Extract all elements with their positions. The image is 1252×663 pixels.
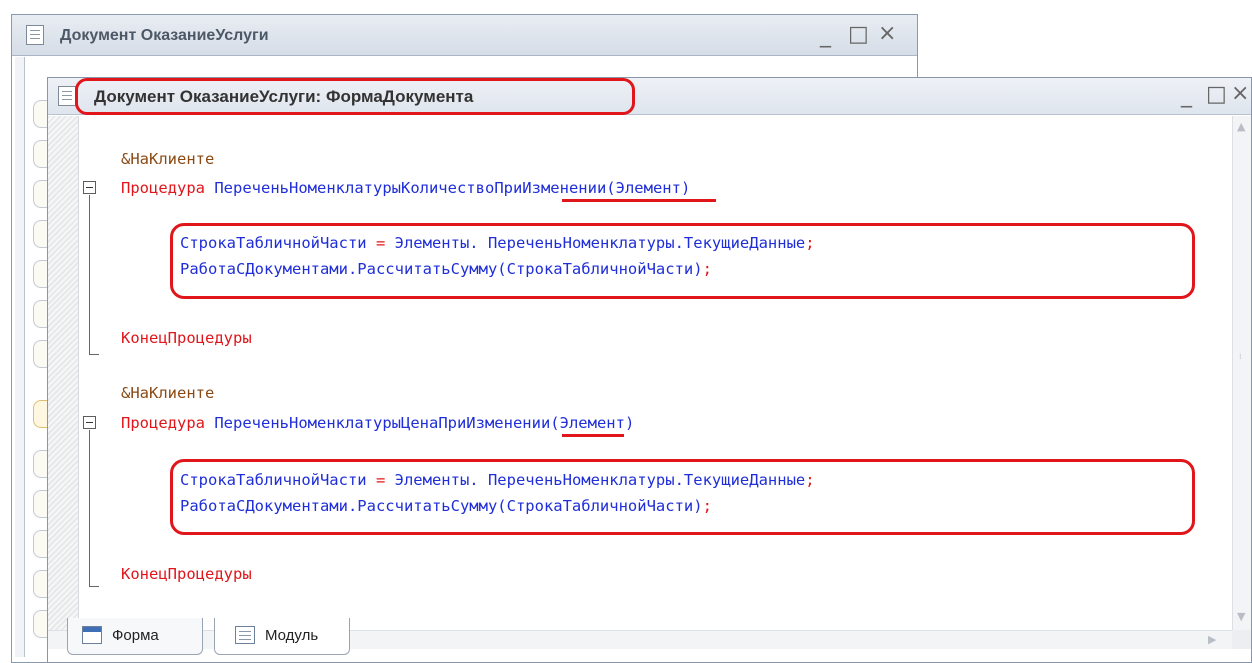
fold-guide-end <box>89 586 99 587</box>
scroll-up-icon[interactable]: ▲ <box>1237 120 1245 133</box>
document-icon <box>26 25 44 45</box>
scroll-down-icon[interactable]: ▼ <box>1237 610 1245 623</box>
outer-close-button[interactable]: × <box>878 23 896 45</box>
inner-close-button[interactable]: × <box>1231 83 1249 105</box>
procedure-name-suffix: ПриИзменении <box>438 414 551 432</box>
code-annotation-oval <box>170 223 1195 299</box>
procedure-name-suffix: ПриИзменении <box>494 179 607 197</box>
stack-tab <box>33 570 47 598</box>
tab-module[interactable]: Модуль <box>214 618 350 655</box>
outer-window-edge <box>15 57 25 657</box>
procedure-declaration: Процедура ПереченьНоменклатурыЦенаПриИзм… <box>121 414 634 432</box>
code-annotation-oval <box>170 459 1195 535</box>
code-directive: &НаКлиенте <box>121 150 215 168</box>
vertical-scrollbar[interactable]: ▲ ⁞ ▼ <box>1232 116 1251 630</box>
stack-tab <box>33 100 47 128</box>
procedure-name-prefix: ПереченьНоменклатуры <box>214 414 401 432</box>
gutter-divider <box>78 116 79 630</box>
stack-tab <box>33 180 47 208</box>
document-icon <box>58 86 76 106</box>
stack-tab <box>33 140 47 168</box>
fold-collapse-icon[interactable] <box>83 181 96 194</box>
form-module-window: Документ ОказаниеУслуги: ФормаДокумента … <box>47 77 1252 663</box>
outer-minimize-button[interactable]: _ <box>820 25 831 47</box>
procedure-name-highlight: Цена <box>400 414 439 432</box>
fold-guide <box>89 430 90 586</box>
stack-tab <box>33 260 47 288</box>
stack-tab <box>33 300 47 328</box>
stack-tab <box>33 340 47 368</box>
tab-form-label: Форма <box>112 627 159 644</box>
code-directive: &НаКлиенте <box>121 384 215 402</box>
title-annotation-oval <box>75 78 635 115</box>
highlight-underline <box>562 434 624 437</box>
stack-tab <box>33 530 47 558</box>
stack-tab <box>33 610 47 638</box>
module-icon <box>235 626 255 644</box>
outer-window-title: Документ ОказаниеУслуги <box>60 27 269 44</box>
procedure-declaration: Процедура ПереченьНоменклатурыКоличество… <box>121 179 690 197</box>
procedure-name-prefix: ПереченьНоменклатуры <box>214 179 401 197</box>
procedure-end: КонецПроцедуры <box>121 565 252 583</box>
stack-tab <box>33 490 47 518</box>
fold-guide <box>89 195 90 354</box>
scroll-thumb-grip-icon[interactable]: ⁞ <box>1239 352 1242 361</box>
stack-tab <box>33 220 47 248</box>
highlight-underline <box>562 199 716 202</box>
procedure-keyword: Процедура <box>121 179 205 197</box>
procedure-params: (Элемент) <box>550 414 635 432</box>
procedure-end: КонецПроцедуры <box>121 329 252 347</box>
inner-maximize-button[interactable]: □ <box>1206 84 1227 106</box>
outer-maximize-button[interactable]: □ <box>848 24 869 46</box>
editor-gutter <box>48 116 78 630</box>
procedure-keyword: Процедура <box>121 414 205 432</box>
stack-tab <box>33 450 47 478</box>
code-editor[interactable]: &НаКлиенте Процедура ПереченьНоменклатур… <box>48 116 1232 630</box>
scrollbar-corner <box>1232 630 1251 649</box>
inner-minimize-button[interactable]: _ <box>1181 85 1192 107</box>
stack-tab-active <box>33 400 47 428</box>
fold-collapse-icon[interactable] <box>83 416 96 429</box>
procedure-name-highlight: Количество <box>400 179 495 197</box>
tab-form[interactable]: Форма <box>67 618 203 655</box>
scroll-right-icon[interactable]: ▶ <box>1208 633 1216 646</box>
procedure-params: (Элемент) <box>606 179 691 197</box>
outer-window-titlebar[interactable]: Документ ОказаниеУслуги _ □ × <box>12 15 917 56</box>
fold-guide-end <box>89 354 99 355</box>
form-icon <box>82 626 102 644</box>
tab-module-label: Модуль <box>265 627 319 644</box>
